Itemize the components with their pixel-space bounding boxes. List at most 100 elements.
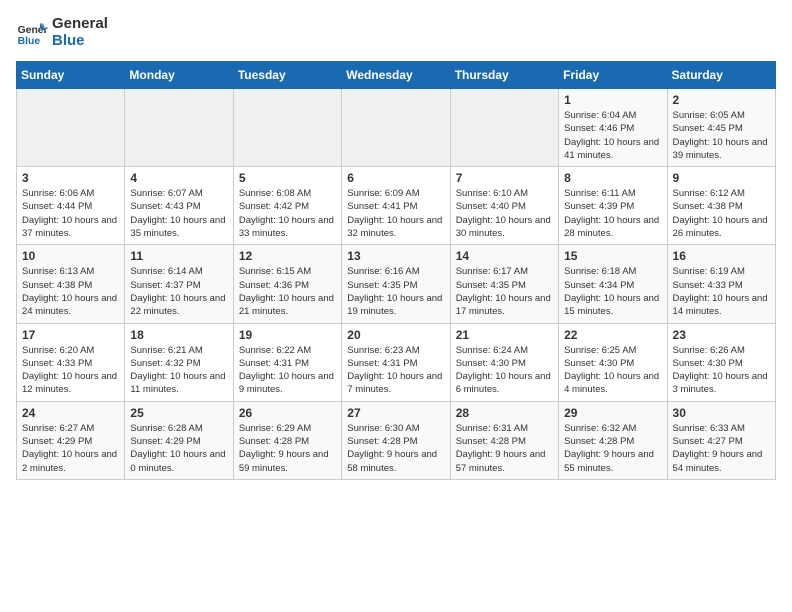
calendar-cell: 8 Sunrise: 6:11 AM Sunset: 4:39 PM Daylig… bbox=[559, 167, 667, 245]
day-header-tuesday: Tuesday bbox=[233, 62, 341, 89]
day-number: 21 bbox=[456, 328, 553, 342]
day-header-thursday: Thursday bbox=[450, 62, 558, 89]
day-info: Sunrise: 6:29 AM Sunset: 4:28 PM Dayligh… bbox=[239, 422, 336, 475]
calendar-cell: 29 Sunrise: 6:32 AM Sunset: 4:28 PM Dayli… bbox=[559, 401, 667, 479]
calendar-cell: 19Sunrise: 6:22 AM Sunset: 4:31 PM Dayli… bbox=[233, 323, 341, 401]
day-header-wednesday: Wednesday bbox=[342, 62, 450, 89]
day-number: 17 bbox=[22, 328, 119, 342]
day-number: 11 bbox=[130, 249, 227, 263]
calendar-cell: 9Sunrise: 6:12 AM Sunset: 4:38 PM Daylig… bbox=[667, 167, 775, 245]
day-number: 1 bbox=[564, 93, 661, 107]
day-info: Sunrise: 6:27 AM Sunset: 4:29 PM Dayligh… bbox=[22, 422, 119, 475]
day-info: Sunrise: 6:04 AM Sunset: 4:46 PM Dayligh… bbox=[564, 109, 661, 162]
day-info: Sunrise: 6:06 AM Sunset: 4:44 PM Dayligh… bbox=[22, 187, 119, 240]
day-header-monday: Monday bbox=[125, 62, 233, 89]
day-number: 7 bbox=[456, 171, 553, 185]
day-info: Sunrise: 6:10 AM Sunset: 4:40 PM Dayligh… bbox=[456, 187, 553, 240]
day-number: 22 bbox=[564, 328, 661, 342]
day-info: Sunrise: 6:14 AM Sunset: 4:37 PM Dayligh… bbox=[130, 265, 227, 318]
logo-general: General bbox=[52, 16, 108, 33]
calendar-cell: 7 Sunrise: 6:10 AM Sunset: 4:40 PM Daylig… bbox=[450, 167, 558, 245]
calendar-cell: 26 Sunrise: 6:29 AM Sunset: 4:28 PM Dayli… bbox=[233, 401, 341, 479]
day-number: 4 bbox=[130, 171, 227, 185]
calendar-cell: 17 Sunrise: 6:20 AM Sunset: 4:33 PM Dayli… bbox=[17, 323, 125, 401]
calendar-cell: 28Sunrise: 6:31 AM Sunset: 4:28 PM Dayli… bbox=[450, 401, 558, 479]
day-number: 26 bbox=[239, 406, 336, 420]
day-info: Sunrise: 6:08 AM Sunset: 4:42 PM Dayligh… bbox=[239, 187, 336, 240]
day-info: Sunrise: 6:16 AM Sunset: 4:35 PM Dayligh… bbox=[347, 265, 444, 318]
calendar-cell: 21 Sunrise: 6:24 AM Sunset: 4:30 PM Dayli… bbox=[450, 323, 558, 401]
day-info: Sunrise: 6:24 AM Sunset: 4:30 PM Dayligh… bbox=[456, 344, 553, 397]
calendar-cell: 23 Sunrise: 6:26 AM Sunset: 4:30 PM Dayli… bbox=[667, 323, 775, 401]
calendar-cell bbox=[342, 89, 450, 167]
day-number: 30 bbox=[673, 406, 770, 420]
day-number: 8 bbox=[564, 171, 661, 185]
calendar-cell: 4 Sunrise: 6:07 AM Sunset: 4:43 PM Daylig… bbox=[125, 167, 233, 245]
day-number: 5 bbox=[239, 171, 336, 185]
day-number: 16 bbox=[673, 249, 770, 263]
calendar-cell: 6Sunrise: 6:09 AM Sunset: 4:41 PM Daylig… bbox=[342, 167, 450, 245]
calendar-cell: 25 Sunrise: 6:28 AM Sunset: 4:29 PM Dayli… bbox=[125, 401, 233, 479]
calendar-cell bbox=[450, 89, 558, 167]
day-number: 25 bbox=[130, 406, 227, 420]
calendar-cell: 30 Sunrise: 6:33 AM Sunset: 4:27 PM Dayli… bbox=[667, 401, 775, 479]
day-number: 2 bbox=[673, 93, 770, 107]
day-info: Sunrise: 6:09 AM Sunset: 4:41 PM Dayligh… bbox=[347, 187, 444, 240]
calendar-cell: 14 Sunrise: 6:17 AM Sunset: 4:35 PM Dayli… bbox=[450, 245, 558, 323]
day-info: Sunrise: 6:07 AM Sunset: 4:43 PM Dayligh… bbox=[130, 187, 227, 240]
day-number: 29 bbox=[564, 406, 661, 420]
day-header-saturday: Saturday bbox=[667, 62, 775, 89]
calendar-cell: 12 Sunrise: 6:15 AM Sunset: 4:36 PM Dayli… bbox=[233, 245, 341, 323]
day-number: 15 bbox=[564, 249, 661, 263]
day-info: Sunrise: 6:15 AM Sunset: 4:36 PM Dayligh… bbox=[239, 265, 336, 318]
calendar-cell: 18 Sunrise: 6:21 AM Sunset: 4:32 PM Dayli… bbox=[125, 323, 233, 401]
day-info: Sunrise: 6:21 AM Sunset: 4:32 PM Dayligh… bbox=[130, 344, 227, 397]
day-number: 3 bbox=[22, 171, 119, 185]
day-header-sunday: Sunday bbox=[17, 62, 125, 89]
day-info: Sunrise: 6:12 AM Sunset: 4:38 PM Dayligh… bbox=[673, 187, 770, 240]
calendar-cell: 27 Sunrise: 6:30 AM Sunset: 4:28 PM Dayli… bbox=[342, 401, 450, 479]
day-info: Sunrise: 6:33 AM Sunset: 4:27 PM Dayligh… bbox=[673, 422, 770, 475]
day-info: Sunrise: 6:23 AM Sunset: 4:31 PM Dayligh… bbox=[347, 344, 444, 397]
calendar-cell bbox=[125, 89, 233, 167]
day-number: 23 bbox=[673, 328, 770, 342]
day-info: Sunrise: 6:25 AM Sunset: 4:30 PM Dayligh… bbox=[564, 344, 661, 397]
header: General Blue General Blue bbox=[16, 16, 776, 49]
calendar-cell: 16 Sunrise: 6:19 AM Sunset: 4:33 PM Dayli… bbox=[667, 245, 775, 323]
calendar-cell bbox=[17, 89, 125, 167]
logo-icon: General Blue bbox=[16, 17, 48, 49]
day-info: Sunrise: 6:19 AM Sunset: 4:33 PM Dayligh… bbox=[673, 265, 770, 318]
day-info: Sunrise: 6:26 AM Sunset: 4:30 PM Dayligh… bbox=[673, 344, 770, 397]
calendar-cell: 22 Sunrise: 6:25 AM Sunset: 4:30 PM Dayli… bbox=[559, 323, 667, 401]
day-info: Sunrise: 6:30 AM Sunset: 4:28 PM Dayligh… bbox=[347, 422, 444, 475]
day-number: 18 bbox=[130, 328, 227, 342]
day-info: Sunrise: 6:17 AM Sunset: 4:35 PM Dayligh… bbox=[456, 265, 553, 318]
day-number: 13 bbox=[347, 249, 444, 263]
day-number: 10 bbox=[22, 249, 119, 263]
calendar-cell: 10Sunrise: 6:13 AM Sunset: 4:38 PM Dayli… bbox=[17, 245, 125, 323]
day-info: Sunrise: 6:22 AM Sunset: 4:31 PM Dayligh… bbox=[239, 344, 336, 397]
day-header-friday: Friday bbox=[559, 62, 667, 89]
calendar-cell: 13 Sunrise: 6:16 AM Sunset: 4:35 PM Dayli… bbox=[342, 245, 450, 323]
calendar-cell: 11 Sunrise: 6:14 AM Sunset: 4:37 PM Dayli… bbox=[125, 245, 233, 323]
calendar-cell: 2 Sunrise: 6:05 AM Sunset: 4:45 PM Daylig… bbox=[667, 89, 775, 167]
day-number: 28 bbox=[456, 406, 553, 420]
calendar-cell: 24 Sunrise: 6:27 AM Sunset: 4:29 PM Dayli… bbox=[17, 401, 125, 479]
day-info: Sunrise: 6:28 AM Sunset: 4:29 PM Dayligh… bbox=[130, 422, 227, 475]
calendar-cell: 15Sunrise: 6:18 AM Sunset: 4:34 PM Dayli… bbox=[559, 245, 667, 323]
calendar-cell bbox=[233, 89, 341, 167]
calendar-cell: 3 Sunrise: 6:06 AM Sunset: 4:44 PM Daylig… bbox=[17, 167, 125, 245]
calendar-cell: 1 Sunrise: 6:04 AM Sunset: 4:46 PM Daylig… bbox=[559, 89, 667, 167]
logo: General Blue General Blue bbox=[16, 16, 108, 49]
day-number: 14 bbox=[456, 249, 553, 263]
day-info: Sunrise: 6:05 AM Sunset: 4:45 PM Dayligh… bbox=[673, 109, 770, 162]
day-number: 27 bbox=[347, 406, 444, 420]
day-info: Sunrise: 6:32 AM Sunset: 4:28 PM Dayligh… bbox=[564, 422, 661, 475]
day-info: Sunrise: 6:11 AM Sunset: 4:39 PM Dayligh… bbox=[564, 187, 661, 240]
day-info: Sunrise: 6:20 AM Sunset: 4:33 PM Dayligh… bbox=[22, 344, 119, 397]
logo-blue: Blue bbox=[52, 33, 108, 50]
day-number: 24 bbox=[22, 406, 119, 420]
day-number: 20 bbox=[347, 328, 444, 342]
day-number: 12 bbox=[239, 249, 336, 263]
calendar-cell: 5 Sunrise: 6:08 AM Sunset: 4:42 PM Daylig… bbox=[233, 167, 341, 245]
